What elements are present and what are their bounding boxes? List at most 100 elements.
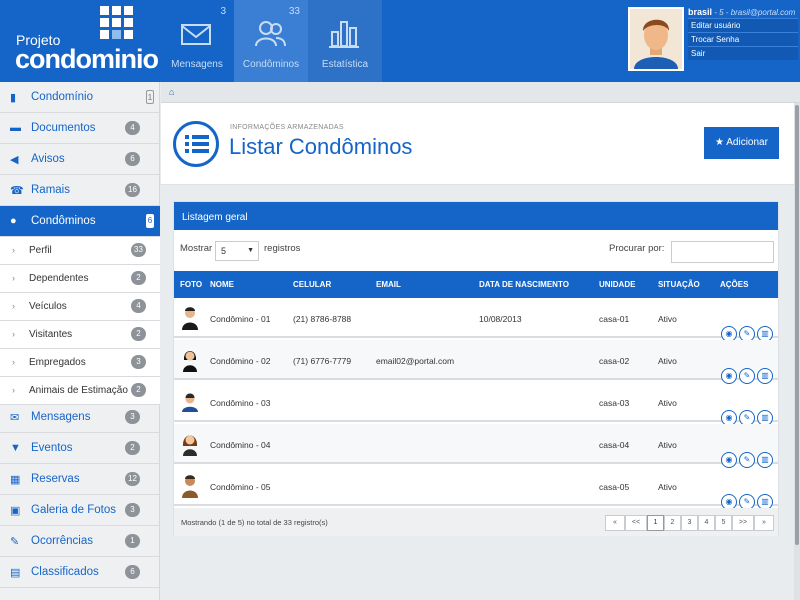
col-nascimento[interactable]: DATA DE NASCIMENTO [479, 280, 569, 289]
avatar [183, 351, 197, 372]
scrollbar[interactable] [794, 103, 800, 600]
topnav-condominos-count: 33 [288, 6, 300, 17]
page-3[interactable]: 3 [681, 515, 698, 531]
cell-unidade: casa-05 [599, 482, 630, 492]
cell-celular: (21) 8786-8788 [293, 314, 352, 324]
sidebar-item-eventos[interactable]: ▼ Eventos 2 [0, 433, 160, 464]
listing-panel: Listagem geral Mostrar 5 ▼ registros Pro… [173, 201, 779, 536]
sidebar-subitem-label: Dependentes [29, 273, 89, 284]
sidebar-item-avisos[interactable]: ◀ Avisos 6 [0, 144, 160, 175]
sidebar-item-mensagens[interactable]: ✉ Mensagens 3 [0, 402, 160, 433]
page-4[interactable]: 4 [698, 515, 715, 531]
sidebar-badge: 6 [125, 152, 140, 166]
search-label: Procurar por: [609, 243, 665, 254]
col-celular[interactable]: CELULAR [293, 280, 331, 289]
table-row[interactable]: Condômino - 04 casa-04 Ativo ◉ ✎ ▥ [174, 424, 778, 468]
table-row[interactable]: Condômino - 01 (21) 8786-8788 10/08/2013… [174, 298, 778, 342]
sidebar-badge: 12 [125, 472, 140, 486]
sidebar-subitem-label: Animais de Estimação [29, 385, 128, 396]
search-input[interactable] [671, 241, 774, 263]
topnav-messages-label: Mensagens [171, 59, 223, 70]
sidebar-item-reservas[interactable]: ▦ Reservas 12 [0, 464, 160, 495]
sidebar-item-ramais[interactable]: ☎ Ramais 16 [0, 175, 160, 206]
row-actions: ◉ ✎ ▥ [721, 436, 773, 468]
sidebar-item-documentos[interactable]: ▬ Documentos 4 [0, 113, 160, 144]
page-size-value: 5 [221, 246, 227, 256]
table-row[interactable]: Condômino - 05 casa-05 Ativo ◉ ✎ ▥ [174, 466, 778, 510]
sidebar-subitem-label: Visitantes [29, 329, 73, 340]
sidebar-item-label: Eventos [31, 442, 73, 454]
pagination-info: Mostrando (1 de 5) no total de 33 regist… [181, 518, 328, 527]
topnav-estatistica[interactable]: Estatística [308, 0, 382, 82]
menu-sair[interactable]: Sair [688, 46, 798, 60]
logo[interactable]: Projeto condominio [0, 0, 160, 82]
sidebar-subitem-veiculos[interactable]: › Veículos 4 [0, 293, 160, 321]
image-icon: ▣ [10, 505, 21, 517]
col-situacao[interactable]: SITUAÇÃO [658, 280, 700, 289]
home-icon[interactable]: ⌂ [169, 87, 177, 97]
page-prev[interactable]: << [625, 515, 647, 531]
sidebar-badge: 2 [131, 271, 146, 285]
sidebar-item-label: Avisos [31, 153, 65, 165]
sidebar-subitem-empregados[interactable]: › Empregados 3 [0, 349, 160, 377]
page-header: INFORMAÇÕES ARMAZENADAS Listar Condômino… [161, 103, 800, 185]
menu-trocar-senha[interactable]: Trocar Senha [688, 32, 798, 46]
sidebar-badge: 6 [146, 214, 154, 228]
sidebar-subitem-dependentes[interactable]: › Dependentes 2 [0, 265, 160, 293]
page-2[interactable]: 2 [664, 515, 681, 531]
cell-nome: Condômino - 03 [210, 398, 271, 408]
col-email[interactable]: EMAIL [376, 280, 401, 289]
bar-chart-icon [329, 21, 359, 48]
page-next[interactable]: >> [732, 515, 754, 531]
chevron-right-icon: › [12, 301, 15, 311]
glass-icon: ▼ [10, 442, 21, 454]
logo-grid-icon [100, 6, 134, 44]
topnav-condominos[interactable]: 33 Condôminos [234, 0, 308, 82]
cell-nome: Condômino - 05 [210, 482, 271, 492]
col-foto[interactable]: FOTO [180, 280, 202, 289]
sidebar-subitem-label: Veículos [29, 301, 67, 312]
page-size-select[interactable]: 5 ▼ [215, 241, 259, 261]
table-row[interactable]: Condômino - 02 (71) 6776-7779 email02@po… [174, 340, 778, 384]
sidebar-item-condominos[interactable]: ● Condôminos 6 [0, 206, 160, 237]
row-actions: ◉ ✎ ▥ [721, 478, 773, 510]
page-last[interactable]: » [754, 515, 774, 531]
sidebar-item-condominio[interactable]: ▮ Condomínio 1 [0, 82, 160, 113]
sidebar-subitem-visitantes[interactable]: › Visitantes 2 [0, 321, 160, 349]
sidebar-subitem-label: Perfil [29, 245, 52, 256]
sidebar-item-label: Documentos [31, 122, 96, 134]
caret-down-icon: ▼ [247, 247, 254, 254]
sidebar-item-label: Condomínio [31, 91, 94, 103]
menu-editar-usuario[interactable]: Editar usuário [688, 18, 798, 32]
topnav-messages[interactable]: 3 Mensagens [160, 0, 234, 82]
avatar [182, 475, 198, 498]
sidebar-subitem-animais[interactable]: › Animais de Estimação 2 [0, 377, 160, 405]
sidebar-item-galeria[interactable]: ▣ Galeria de Fotos 3 [0, 495, 160, 526]
sidebar-badge: 16 [125, 183, 140, 197]
chevron-right-icon: › [12, 245, 15, 255]
sidebar-badge: 2 [131, 383, 146, 397]
sidebar-item-label: Ocorrências [31, 535, 93, 547]
sidebar-item-ocorrencias[interactable]: ✎ Ocorrências 1 [0, 526, 160, 557]
page-first[interactable]: « [605, 515, 625, 531]
table-row[interactable]: Condômino - 03 casa-03 Ativo ◉ ✎ ▥ [174, 382, 778, 426]
add-button[interactable]: ★ Adicionar [704, 127, 779, 159]
sidebar-badge: 4 [131, 299, 146, 313]
sidebar-badge: 1 [125, 534, 140, 548]
user-avatar[interactable] [628, 7, 684, 71]
page-5[interactable]: 5 [715, 515, 732, 531]
page-1[interactable]: 1 [647, 515, 664, 531]
folder-icon: ▬ [10, 122, 21, 134]
scrollbar-thumb[interactable] [795, 105, 799, 545]
user-menu: brasil - 5 - brasil@portal.com Editar us… [688, 7, 798, 60]
breadcrumb: ⌂ [161, 82, 800, 103]
page-title: Listar Condôminos [229, 134, 413, 159]
row-actions: ◉ ✎ ▥ [721, 310, 773, 342]
col-unidade[interactable]: UNIDADE [599, 280, 635, 289]
sidebar-subitem-perfil[interactable]: › Perfil 33 [0, 237, 160, 265]
edit-icon: ✎ [10, 536, 20, 548]
col-nome[interactable]: NOME [210, 280, 234, 289]
sidebar-subitem-label: Empregados [29, 357, 86, 368]
list-icon [173, 121, 219, 167]
sidebar-item-classificados[interactable]: ▤ Classificados 6 [0, 557, 160, 588]
